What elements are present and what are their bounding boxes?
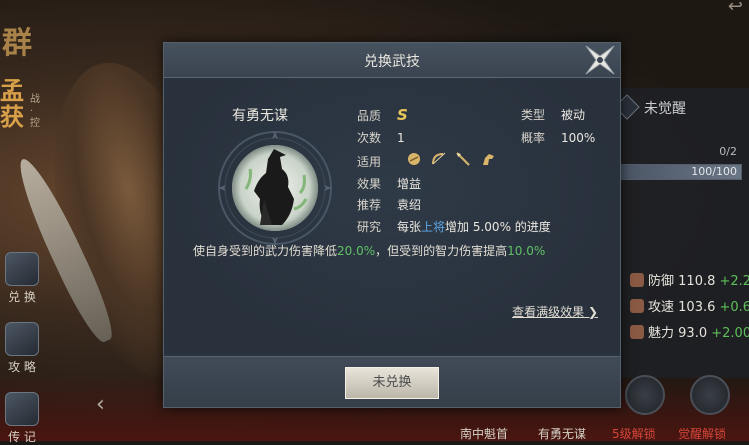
quality-row: 品质 S [357,106,408,124]
dialog-title: 兑换武技 [364,54,420,70]
stat-bonus: +0.61 [719,300,749,315]
stat-attack-speed: 攻速 103.6 +0.61 [630,296,749,315]
defense-icon [630,273,644,287]
exchange-icon [5,252,39,286]
stat-bonus: +2.20 [719,274,749,289]
apply-label: 适用 [357,155,382,169]
awaken-label: 未觉醒 [644,101,686,117]
stat-charm: 魅力 93.0 +2.00 [630,322,749,341]
stat-defense: 防御 110.8 +2.20 [630,270,749,289]
desc-value2: 10.0% [507,244,546,258]
research-suffix: 增加 5.00% 的进度 [445,220,551,234]
recommend-label: 推荐 [357,198,382,212]
biography-side-label: 传 记 [8,430,36,444]
close-button[interactable] [580,40,620,80]
exp-bar: 100/100 [620,164,742,180]
close-icon [585,45,615,75]
hero-tag: 战·控 [30,94,40,129]
skill-slot-label-2: 有勇无谋 [538,427,587,441]
exp-bar-text: 100/100 [691,165,737,178]
stat-name: 魅力 [648,326,675,341]
chevron-right-icon: ❯ [587,305,598,319]
skill-name: 有勇无谋 [232,108,288,124]
desc-value1: 20.0% [337,244,376,258]
locked-skill-slot-1[interactable] [625,375,665,415]
times-row: 次数 1 [357,129,405,146]
dialog-header: 兑换武技 [164,43,620,78]
spear-icon [456,152,471,166]
skill-slot-label-4: 觉醒解锁 [678,427,727,441]
guide-side-label: 攻 略 [8,360,36,374]
type-row: 类型 被动 [521,106,585,123]
recommend-row: 推荐 袁绍 [357,196,421,213]
stat-name: 防御 [648,274,675,289]
biography-side-button[interactable]: 传 记 [2,392,42,445]
skill-description: 使自身受到的武力伤害降低20.0%，但受到的智力伤害提高10.0% [193,242,545,259]
skill-emblem [218,131,332,245]
locked-skill-slot-2[interactable] [690,375,730,415]
desc-part2: ，但受到的智力伤害提高 [375,244,508,258]
exchange-side-label: 兑 换 [8,290,36,304]
research-highlight: 上将 [421,220,446,234]
awaken-status: 未觉醒 [614,94,686,120]
effect-value: 增益 [397,177,422,191]
stat-value: 93.0 [678,326,708,341]
back-icon[interactable]: ↩ [728,0,743,17]
exchange-skill-dialog: 兑换武技 有勇无谋 品质 S 类型 被动 次数 1 概率 100% 适用 效果 … [163,42,621,408]
research-row: 研究 每张上将增加 5.00% 的进度 [357,218,551,235]
stat-bonus: +2.00 [711,326,749,341]
stat-value: 103.6 [678,300,716,315]
charm-icon [630,325,644,339]
dialog-footer: 未兑换 [164,356,620,407]
rate-row: 概率 100% [521,129,595,146]
times-label: 次数 [357,131,382,145]
rate-value: 100% [561,131,596,145]
guide-side-button[interactable]: 攻 略 [2,322,42,375]
effect-row: 效果 增益 [357,175,421,192]
hero-faction: 群 [2,26,32,61]
skill-slot-label-3: 5级解锁 [612,427,656,441]
biography-icon [5,392,39,426]
exchange-button[interactable]: 未兑换 [345,367,439,399]
rate-label: 概率 [521,131,546,145]
skill-slot-label-1: 南中魁首 [460,427,509,441]
exchange-side-button[interactable]: 兑 换 [2,252,42,305]
research-prefix: 每张 [397,220,422,234]
apply-row: 适用 [357,152,496,169]
type-label: 类型 [521,108,546,122]
hero-name: 孟获 [0,76,24,131]
quality-value: S [397,106,408,124]
bow-icon [431,152,445,165]
times-value: 1 [397,131,405,145]
effect-label: 效果 [357,177,382,191]
stat-value: 110.8 [678,274,716,289]
chevron-left-icon[interactable]: ‹ [96,392,105,417]
research-label: 研究 [357,220,382,234]
stat-name: 攻速 [648,300,675,315]
view-max-level-label: 查看满级效果 [512,305,585,319]
horse-icon [483,154,495,165]
attack-speed-icon [630,299,644,313]
view-max-level-link[interactable]: 查看满级效果 ❯ [512,303,598,320]
guide-icon [5,322,39,356]
recommend-value: 袁绍 [397,198,422,212]
quality-label: 品质 [357,109,382,123]
shield-icon [407,153,420,165]
type-value: 被动 [561,108,586,122]
awaken-count: 0/2 [719,145,737,158]
desc-part1: 使自身受到的武力伤害降低 [193,244,338,258]
